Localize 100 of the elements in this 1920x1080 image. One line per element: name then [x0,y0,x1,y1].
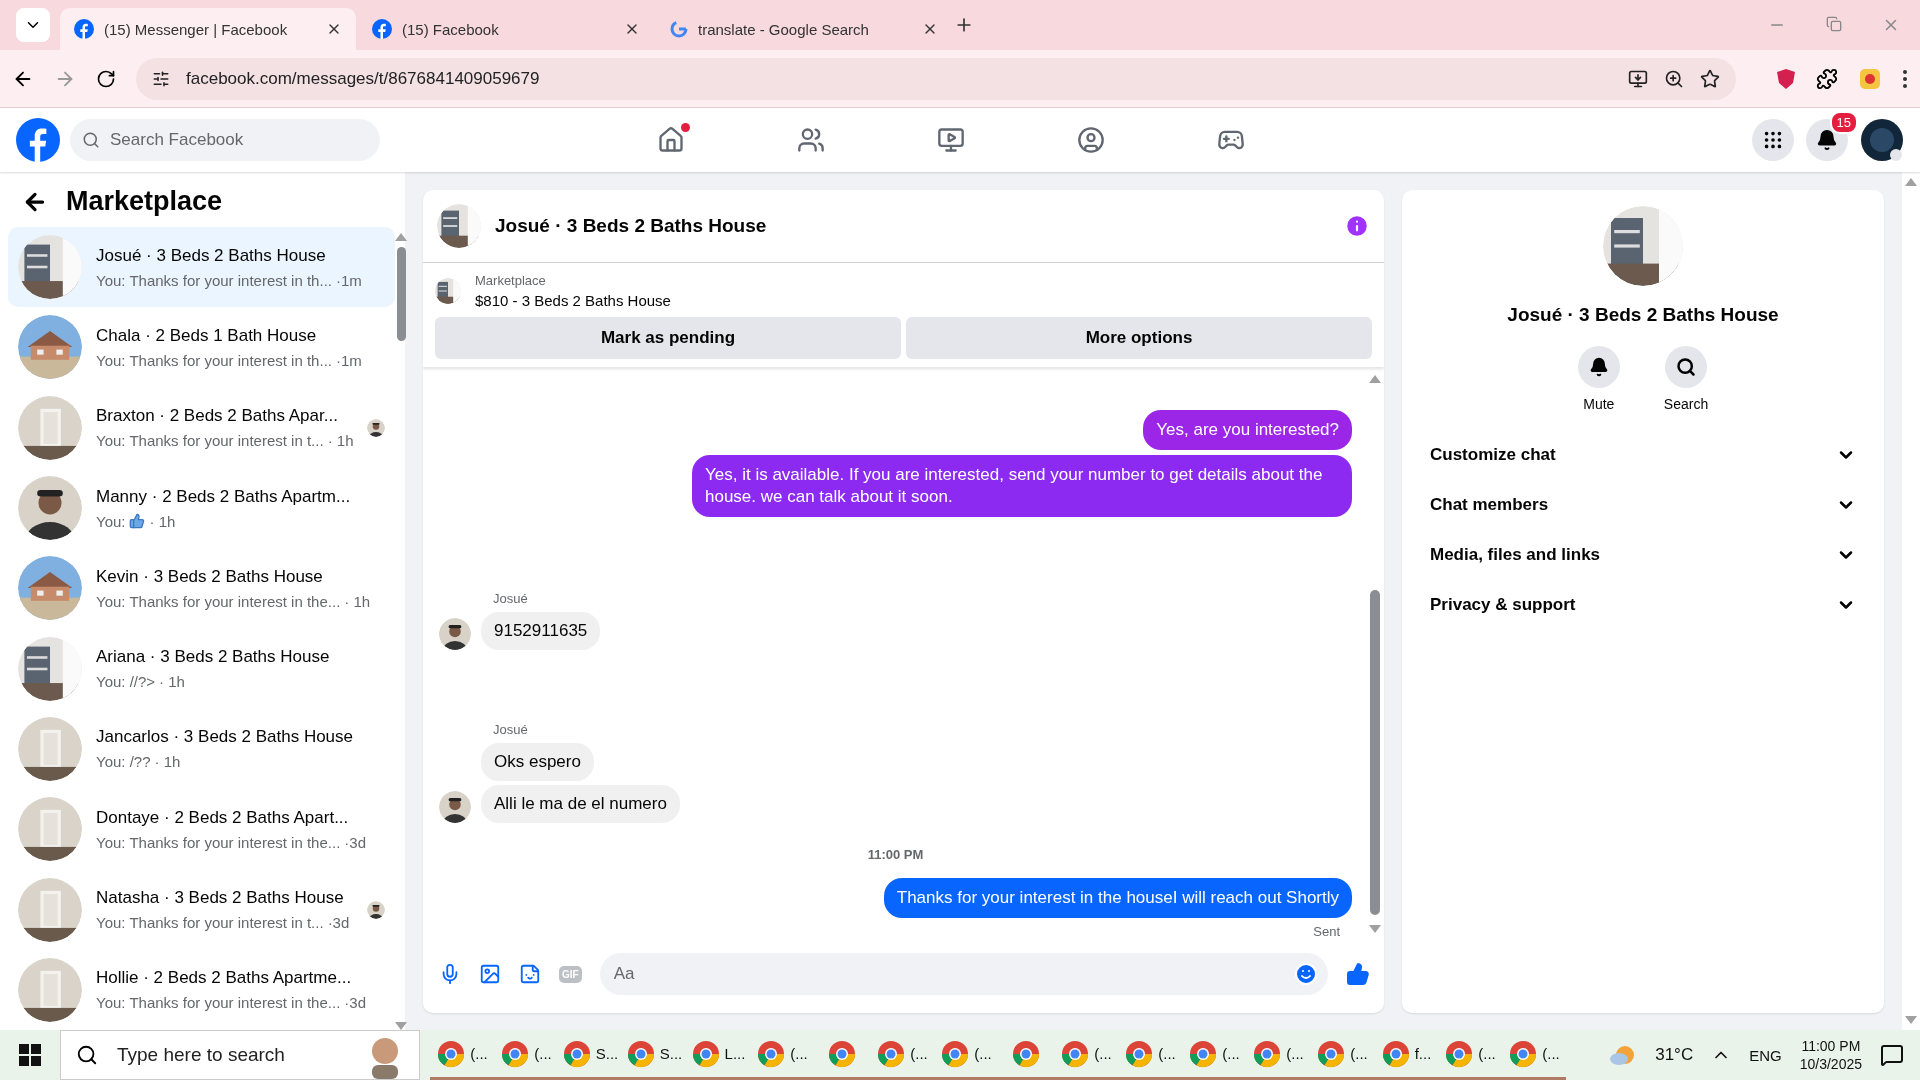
conversation-item[interactable]: Josué · 3 Beds 2 Baths House You: Thanks for your interest in th... ·1m [8,227,396,308]
message-preview: You: Thanks for your interest in the... [96,833,341,851]
profile-avatar[interactable] [1860,118,1904,162]
photo-icon[interactable] [479,963,501,985]
message-bubble: Yes, are you interested? [1143,410,1352,450]
conversation-name: Kevin · 3 Beds 2 Baths House [96,566,324,587]
browser-tab[interactable]: (15) Facebook [358,8,654,50]
reload-icon[interactable] [96,68,116,89]
bookmark-icon[interactable] [1700,68,1720,89]
taskbar-app[interactable]: (... [1054,1030,1118,1080]
taskbar-app[interactable]: (... [750,1030,814,1080]
conversation-name: Ariana · 3 Beds 2 Baths House [96,647,331,668]
section-header[interactable]: Privacy & support [1418,580,1868,630]
taskbar-app[interactable]: (... [1118,1030,1182,1080]
message-time: ·1m [335,351,362,369]
message-preview: You: Thanks for your interest in the... [96,592,341,610]
site-settings-icon[interactable] [152,69,170,88]
conversation-item[interactable]: Braxton · 2 Beds 2 Baths Apar... You: Thanks for your interest in t... · 1h [8,387,396,468]
bell-icon [1588,357,1609,377]
notifications-icon[interactable] [1880,1043,1904,1067]
menu-icon[interactable] [1902,68,1908,89]
windows-icon[interactable] [19,1044,41,1066]
chrome-icon [1252,1038,1283,1069]
chrome-icon [500,1038,531,1069]
taskbar-app[interactable]: (... [934,1030,998,1080]
zoom-icon[interactable] [1664,68,1684,89]
browser-tab[interactable]: (15) Messenger | Facebook [60,8,356,50]
menu-button[interactable] [1752,119,1794,161]
timestamp: 11:00 PM [867,847,924,862]
conversation-item[interactable]: Natasha · 3 Beds 2 Baths House You: Thanks for your interest in t... ·3d [8,869,396,950]
chrome-icon [1124,1038,1155,1069]
message-field[interactable]: Aa [599,953,1328,995]
conversation-name: Chala · 2 Beds 1 Bath House [96,325,318,346]
taskbar-app[interactable]: (... [1182,1030,1246,1080]
message-preview: You: Thanks for your interest in the... [96,994,341,1012]
sticker-icon[interactable] [519,963,541,985]
taskbar-app[interactable]: (... [1438,1030,1502,1080]
taskbar-app[interactable]: S... [622,1030,686,1080]
clock[interactable]: 11:00 PM 10/3/2025 [1799,1038,1862,1072]
message-time: · 1h [154,753,181,771]
taskbar-app[interactable]: (... [494,1030,558,1080]
mute-button[interactable] [1577,346,1620,388]
taskbar-app[interactable]: f... [1374,1030,1438,1080]
conversation-item[interactable]: Manny · 2 Beds 2 Baths Apartm... You: · 1h [8,467,396,549]
conversation-item[interactable]: Chala · 2 Beds 1 Bath House You: Thanks for your interest in th... ·1m [8,307,396,388]
conversation-item[interactable]: Dontaye · 2 Beds 2 Baths Apart... You: Thanks for your interest in the... ·3d [8,789,396,870]
restore-icon[interactable] [1826,16,1842,32]
extension-icon[interactable] [1858,66,1882,91]
chrome-icon [1011,1038,1041,1069]
taskbar-app[interactable]: (... [430,1030,494,1080]
video-icon[interactable] [937,126,965,154]
sidebar-title: Marketplace [66,186,223,217]
sender-name: Josué [493,591,529,606]
conversation-name: Josué · 3 Beds 2 Baths House [96,245,327,266]
taskbar-app[interactable]: L... [686,1030,750,1080]
taskbar-app[interactable]: (... [1246,1030,1310,1080]
conversation-name: Hollie · 2 Beds 2 Baths Apartme... [96,968,353,989]
tab-title: (15) Facebook [402,20,500,38]
message-bubble: 9152911635 [481,612,601,650]
conversation-name: Jancarlos · 3 Beds 2 Baths House [96,727,355,748]
message-time: · 1h [159,673,185,691]
home-icon[interactable] [657,126,685,154]
extensions-icon[interactable] [1816,67,1838,90]
action-button[interactable]: Mark as pending [435,317,901,359]
chrome-icon [1508,1038,1539,1069]
chrome-icon [1316,1038,1347,1069]
action-button[interactable]: More options [906,317,1372,359]
action-label: Mute [1583,396,1615,412]
section-header[interactable]: Customize chat [1418,430,1868,480]
browser-tab[interactable]: translate - Google Search [656,8,952,50]
listing-source: Marketplace [475,273,547,288]
facebook-logo[interactable] [16,118,60,162]
friends-icon[interactable] [797,126,825,154]
taskbar-app[interactable]: (... [1502,1030,1566,1080]
like-icon[interactable] [1346,962,1370,986]
chrome-icon [876,1038,907,1069]
taskbar-app[interactable]: S... [558,1030,622,1080]
section-header[interactable]: Chat members [1418,480,1868,530]
search-button[interactable] [1665,346,1707,388]
address-bar[interactable]: facebook.com/messages/t/8676841409059679 [136,57,1736,100]
listing-title: $810 - 3 Beds 2 Baths House [475,292,671,309]
section-header[interactable]: Media, files and links [1418,530,1868,580]
taskbar-app[interactable]: (... [870,1030,934,1080]
conversation-item[interactable]: Jancarlos · 3 Beds 2 Baths House You: /?? · 1h [8,708,396,790]
shield-icon[interactable] [1776,67,1796,90]
taskbar-app[interactable]: (... [1310,1030,1374,1080]
chrome-icon [690,1038,721,1069]
info-icon[interactable] [1344,213,1370,239]
search-field[interactable]: Search Facebook [70,119,380,161]
scrollbar[interactable] [1902,172,1920,1030]
conversation-item[interactable]: Kevin · 3 Beds 2 Baths House You: Thanks for your interest in the... · 1h [8,548,396,629]
language-indicator[interactable]: ENG [1749,1046,1782,1064]
conversation-item[interactable]: Ariana · 3 Beds 2 Baths House You: //?> · 1h [8,628,396,709]
message-time: · 1h [327,432,354,450]
message-time: ·3d [344,833,366,851]
message-preview: You: //?> [96,673,156,691]
message-bubble: Oks espero [481,743,594,781]
groups-icon[interactable] [1077,126,1105,154]
install-icon[interactable] [1628,68,1648,89]
conversation-item[interactable]: Hollie · 2 Beds 2 Baths Apartme... You: Thanks for your interest in the... ·3d [8,949,396,1030]
